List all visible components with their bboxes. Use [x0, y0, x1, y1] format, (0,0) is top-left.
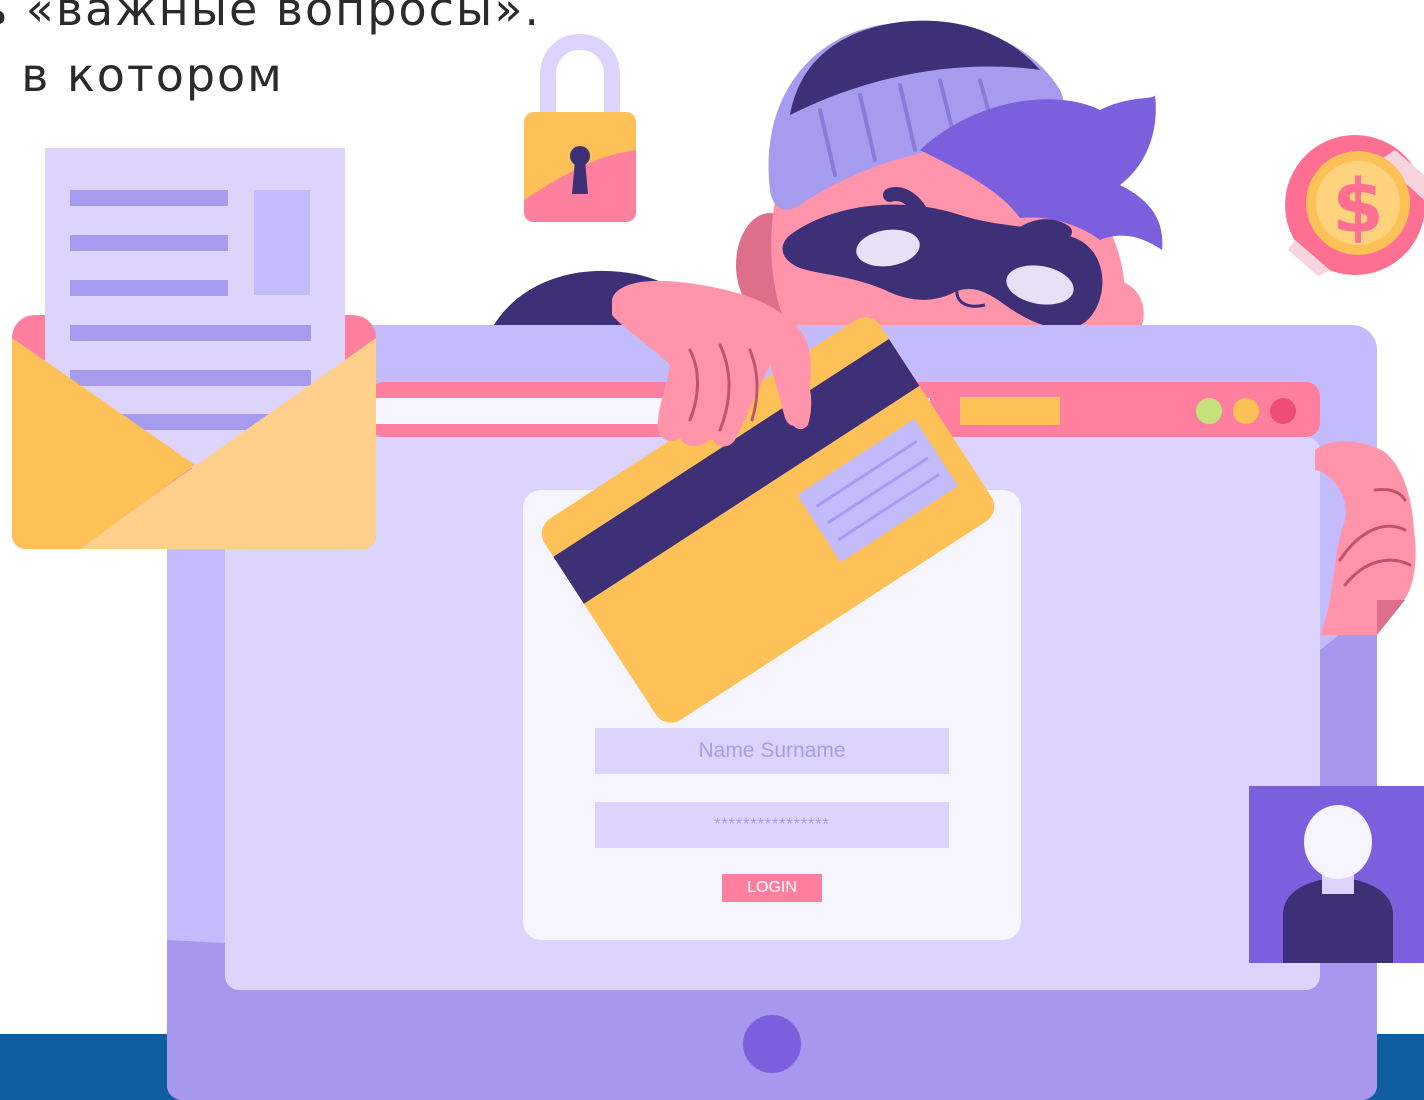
envelope-icon: [12, 148, 376, 549]
caption-line-2: , в котором: [0, 48, 284, 102]
caption-text: ь «важные вопросы». , в котором: [0, 0, 541, 108]
caption-line-1: ь «важные вопросы».: [0, 0, 541, 36]
login-button[interactable]: LOGIN: [722, 874, 822, 902]
dollar-coin-icon: $: [1285, 135, 1424, 276]
home-button-icon: [743, 1015, 801, 1073]
browser-search-button: [960, 397, 1060, 425]
password-input[interactable]: ****************: [595, 802, 949, 848]
illustration-stage: $ ь «важные вопросы». , в котором Name S…: [0, 0, 1424, 1100]
hacker-scene: $: [0, 20, 1424, 1100]
window-controls-icon: [1196, 398, 1296, 424]
user-avatar-icon: [1249, 786, 1424, 963]
coin-symbol: $: [1332, 164, 1384, 250]
hacker-head: [736, 20, 1163, 330]
name-input[interactable]: Name Surname: [595, 728, 949, 774]
